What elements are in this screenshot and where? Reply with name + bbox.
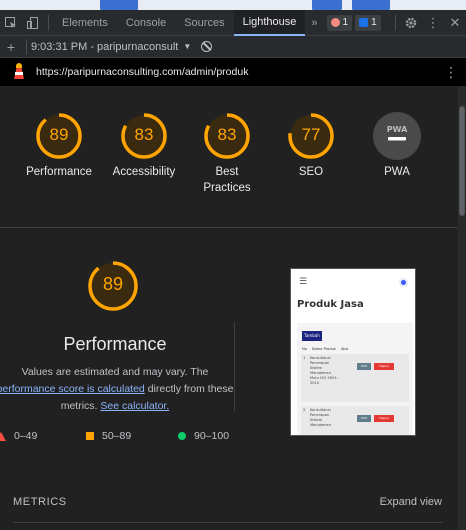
inspect-element-icon[interactable] <box>0 10 22 36</box>
gauge-score: 89 <box>49 125 69 144</box>
settings-gear-icon[interactable] <box>400 10 422 36</box>
gauge-seo[interactable]: 77 SEO <box>266 112 356 180</box>
section-divider <box>0 227 458 228</box>
screenshot-row: 2 Konsultansi Penerapan Sistem Manajemen… <box>301 406 409 435</box>
scrollbar-thumb[interactable] <box>459 106 465 216</box>
background-letter <box>100 0 138 10</box>
gauge-pwa[interactable]: PWA PWA <box>352 112 442 180</box>
lighthouse-logo-icon <box>12 63 26 81</box>
average-square-icon <box>86 432 94 440</box>
gauge-score: 77 <box>301 125 321 144</box>
tab-elements[interactable]: Elements <box>53 10 117 36</box>
report-selector-value: 9:03:31 PM - paripurnaconsult <box>31 40 179 53</box>
gauge-best-practices[interactable]: 83 Best Practices <box>182 112 272 196</box>
lighthouse-toolbar: + 9:03:31 PM - paripurnaconsult ▼ <box>0 36 466 58</box>
report-url[interactable]: https://paripurnaconsulting.com/admin/pr… <box>36 66 248 78</box>
performance-description: Values are estimated and may vary. The p… <box>0 364 240 415</box>
fail-triangle-icon <box>0 431 6 441</box>
gauge-label: Performance <box>26 166 92 178</box>
see-calculator-link[interactable]: See calculator. <box>100 400 169 412</box>
pwa-badge-icon: PWA <box>373 112 421 160</box>
screenshot-table-header: No Nama Produk Aksi <box>302 347 349 351</box>
more-tabs-button[interactable]: » <box>305 17 323 29</box>
screenshot-add-button: Tambah <box>302 331 322 341</box>
background-letter <box>312 0 342 10</box>
report-menu-icon[interactable]: ⋮ <box>444 64 458 81</box>
error-count-badge[interactable]: 1 <box>326 14 353 31</box>
gauge-label: Best Practices <box>203 166 251 194</box>
tab-sources[interactable]: Sources <box>175 10 233 36</box>
performance-title: Performance <box>63 334 167 354</box>
avatar <box>399 278 408 287</box>
clear-reports-icon[interactable] <box>201 41 213 52</box>
legend-average: 50–89 <box>86 430 131 442</box>
lighthouse-report: 89 Performance 83 Accessibility 83 Best … <box>0 86 458 530</box>
device-toolbar-icon[interactable] <box>22 10 44 36</box>
tab-console[interactable]: Console <box>117 10 175 36</box>
customize-menu-icon[interactable]: ⋮ <box>422 10 444 36</box>
final-screenshot[interactable]: ☰ Produk Jasa Tambah No Nama Produk Aksi 1… <box>290 268 416 436</box>
hamburger-icon: ☰ <box>299 277 308 287</box>
legend-fail: 0–49 <box>0 430 37 442</box>
performance-score-link[interactable]: performance score is calculated <box>0 383 145 395</box>
message-count-badge[interactable]: 1 <box>355 14 381 31</box>
pass-circle-icon <box>178 432 186 440</box>
error-count: 1 <box>342 17 349 28</box>
gauge-accessibility[interactable]: 83 Accessibility <box>99 112 189 180</box>
gauge-label: Accessibility <box>112 166 176 178</box>
report-selector[interactable]: 9:03:31 PM - paripurnaconsult ▼ <box>31 41 191 53</box>
screenshot-row: 1 Konsultansi Penerapan Sistem Manajemen… <box>301 354 409 402</box>
legend-pass-range: 90–100 <box>194 430 230 442</box>
perf-desc-prefix: Values are estimated and may vary. The <box>21 366 209 378</box>
devtools-tab-bar: Elements Console Sources Lighthouse » 1 … <box>0 9 466 36</box>
error-icon <box>330 18 340 27</box>
category-gauges: 89 Performance 83 Accessibility 83 Best … <box>0 112 458 222</box>
gauge-label: SEO <box>298 166 324 178</box>
vertical-divider <box>234 322 235 412</box>
tab-separator <box>395 14 396 31</box>
gauge-score: 83 <box>134 125 154 144</box>
background-letter <box>352 0 390 10</box>
screenshot-heading: Produk Jasa <box>297 299 364 310</box>
gauge-score: 83 <box>217 125 237 144</box>
report-scrollbar[interactable] <box>458 86 466 530</box>
message-icon <box>359 18 369 27</box>
new-report-icon[interactable]: + <box>0 39 22 55</box>
legend-pass: 90–100 <box>178 430 229 442</box>
gauge-performance[interactable]: 89 Performance <box>14 112 104 180</box>
legend-fail-range: 0–49 <box>14 430 38 442</box>
tab-separator <box>48 14 49 31</box>
gauge-label: PWA <box>384 166 410 178</box>
expand-view-button[interactable]: Expand view <box>380 496 442 508</box>
close-devtools-icon[interactable]: ✕ <box>444 10 466 36</box>
report-url-bar: https://paripurnaconsulting.com/admin/pr… <box>0 58 466 86</box>
message-count: 1 <box>371 17 377 28</box>
metrics-heading: METRICS <box>13 496 67 508</box>
tab-lighthouse[interactable]: Lighthouse <box>233 9 306 36</box>
screenshot-card: Tambah No Nama Produk Aksi 1 Konsultansi P… <box>297 323 413 435</box>
metrics-divider <box>13 522 443 523</box>
toolbar-separator <box>26 38 27 55</box>
chevron-down-icon: ▼ <box>183 42 192 51</box>
background-page-strip <box>0 0 466 10</box>
performance-score: 89 <box>102 274 124 294</box>
pwa-badge-text: PWA <box>387 125 408 134</box>
legend-average-range: 50–89 <box>102 430 132 442</box>
